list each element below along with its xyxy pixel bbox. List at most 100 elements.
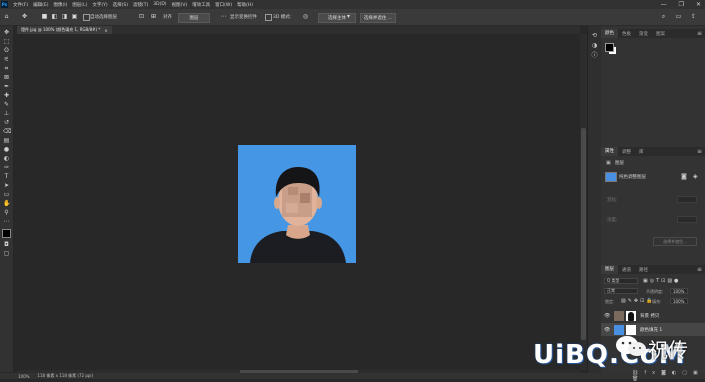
close-window-icon[interactable]: ✕ <box>696 1 701 8</box>
menu-edit[interactable]: 编辑(E) <box>33 2 48 8</box>
history-brush-tool-icon[interactable]: ↺ <box>3 119 10 126</box>
menu-layer[interactable]: 图层(L) <box>72 2 87 8</box>
hand-tool-icon[interactable]: ✋ <box>3 200 10 207</box>
subtract-selection-icon[interactable]: ◨ <box>61 13 68 20</box>
eraser-tool-icon[interactable]: ⌫ <box>3 128 11 135</box>
layer-name[interactable]: 背景 拷贝 <box>640 313 659 319</box>
mask-icon[interactable]: ◙ <box>681 173 687 180</box>
panel-menu-icon[interactable]: ≡ <box>697 30 702 37</box>
menu-plugins[interactable]: 增效工具 <box>192 2 210 8</box>
tab-paths[interactable]: 路径 <box>635 267 652 273</box>
document-canvas[interactable] <box>238 145 356 263</box>
crop-tool-icon[interactable]: ⌗ <box>3 65 10 72</box>
zoom-tool-icon[interactable]: ⚲ <box>3 209 10 216</box>
visibility-eye-icon[interactable]: 👁 <box>604 327 610 333</box>
menu-help[interactable]: 帮助(H) <box>237 2 253 8</box>
properties-layer-name: 纯色调整图层 <box>619 175 646 180</box>
intersect-selection-icon[interactable]: ▣ <box>71 13 78 20</box>
marquee-tool-icon[interactable]: ⬚ <box>3 38 10 45</box>
opacity-field[interactable]: 100% <box>670 288 688 294</box>
lock-icons[interactable]: ▨✎✥⊡🔒 <box>621 298 655 304</box>
restore-icon[interactable]: ❐ <box>679 1 684 8</box>
document-tab[interactable]: 證件.jpg @ 100% (颜色填充 1, RGB/8#) * × <box>17 26 112 34</box>
rectangle-tool-icon[interactable]: ▭ <box>3 191 10 198</box>
menu-window[interactable]: 窗口(W) <box>215 2 232 8</box>
screen-mode-icon[interactable]: ▢ <box>3 250 10 257</box>
fill-color-swatch[interactable] <box>605 172 617 182</box>
info-panel-icon[interactable]: ⓘ <box>591 52 598 59</box>
3d-mode-icon[interactable]: ◎ <box>302 13 309 20</box>
menu-image[interactable]: 图像(I) <box>53 2 67 8</box>
menu-3d[interactable]: 3D(D) <box>153 2 166 7</box>
layer-filter-dropdown[interactable]: Q 类型 <box>604 278 638 284</box>
panel-foreground-swatch[interactable] <box>605 43 614 52</box>
history-panel-icon[interactable]: ⟲ <box>591 32 598 39</box>
minimize-icon[interactable]: — <box>661 1 667 8</box>
feather-field[interactable] <box>677 196 697 203</box>
auto-select-checkbox[interactable] <box>83 14 90 21</box>
dodge-tool-icon[interactable]: ◐ <box>3 155 10 162</box>
gradient-tool-icon[interactable]: ▤ <box>3 137 10 144</box>
close-tab-icon[interactable]: × <box>104 28 107 33</box>
fill-field[interactable]: 100% <box>670 298 688 304</box>
eyedropper-tool-icon[interactable]: ✒ <box>3 83 10 90</box>
add-selection-icon[interactable]: ◧ <box>51 13 58 20</box>
select-and-mask-button[interactable]: 选择并遮住 ... <box>360 13 396 23</box>
layer-dropdown[interactable]: 图层 <box>178 13 210 23</box>
path-select-tool-icon[interactable]: ➤ <box>3 182 10 189</box>
tab-adjustments[interactable]: 调整 <box>618 149 635 155</box>
frame-tool-icon[interactable]: ⊠ <box>3 74 10 81</box>
vertical-scroll-thumb[interactable] <box>581 128 586 340</box>
panel-menu-icon[interactable]: ≡ <box>697 266 702 273</box>
lasso-tool-icon[interactable]: ʘ <box>3 47 10 54</box>
layer-mask-thumbnail[interactable] <box>626 310 636 321</box>
blend-mode-dropdown[interactable]: 正常 <box>604 288 638 294</box>
healing-tool-icon[interactable]: ✚ <box>3 92 10 99</box>
search-icon[interactable]: ⌕ <box>660 13 667 20</box>
move-tool-icon[interactable]: ✥ <box>3 29 10 36</box>
foreground-color-swatch[interactable] <box>2 229 11 238</box>
type-tool-icon[interactable]: T <box>3 173 10 180</box>
menu-filter[interactable]: 滤镜(T) <box>133 2 148 8</box>
more-tools-icon[interactable]: ⋯ <box>3 218 10 225</box>
panel-menu-icon[interactable]: ≡ <box>697 148 702 155</box>
density-field[interactable] <box>677 216 697 223</box>
show-transform-checkbox[interactable] <box>265 14 272 21</box>
select-and-mask-panel-button[interactable]: 选择并遮住... <box>653 237 697 246</box>
workspace-icon[interactable]: ▭ <box>675 13 682 20</box>
show-transform-icon[interactable]: ⊡ <box>138 13 145 20</box>
stamp-tool-icon[interactable]: ⊥ <box>3 110 10 117</box>
brush-tool-icon[interactable]: ✎ <box>3 101 10 108</box>
tab-swatches[interactable]: 色板 <box>618 31 635 37</box>
menu-select[interactable]: 选择(S) <box>113 2 128 8</box>
layer-actions-icons[interactable]: ⛓fx◙◐▢▣🗑 <box>632 370 705 382</box>
chevron-down-icon[interactable]: ▾ <box>345 13 352 20</box>
tab-properties[interactable]: 属性 <box>601 147 618 156</box>
distribute-icon[interactable]: ⋯ <box>220 13 227 20</box>
tab-layers[interactable]: 图层 <box>601 265 618 274</box>
tab-gradients[interactable]: 渐变 <box>635 31 652 37</box>
visibility-eye-icon[interactable]: 👁 <box>604 313 610 319</box>
tab-libraries[interactable]: 库 <box>635 149 648 155</box>
menu-file[interactable]: 文件(F) <box>13 2 28 8</box>
layer-row[interactable]: 👁 背景 拷贝 <box>601 309 705 322</box>
blur-tool-icon[interactable]: ● <box>3 146 10 153</box>
menu-view[interactable]: 视图(V) <box>172 2 188 8</box>
home-icon[interactable]: ⌂ <box>3 13 10 20</box>
tab-color[interactable]: 颜色 <box>601 29 618 38</box>
move-tool-preset-icon[interactable]: ✥ <box>21 13 28 20</box>
quick-select-tool-icon[interactable]: ⚟ <box>3 56 10 63</box>
zoom-level[interactable]: 100% <box>18 374 29 379</box>
tab-patterns[interactable]: 图案 <box>652 31 669 37</box>
layer-name[interactable]: 颜色填充 1 <box>640 327 662 333</box>
share-icon[interactable]: ⇪ <box>690 13 697 20</box>
vector-mask-icon[interactable]: ◈ <box>693 173 698 180</box>
transform-icon[interactable]: ⊞ <box>150 13 157 20</box>
quick-mask-icon[interactable]: ◘ <box>3 241 10 248</box>
pen-tool-icon[interactable]: ✑ <box>3 164 10 171</box>
new-selection-icon[interactable]: ■ <box>41 13 48 20</box>
adjust-panel-icon[interactable]: ◑ <box>591 42 598 49</box>
menu-type[interactable]: 文字(Y) <box>92 2 107 8</box>
filter-icons[interactable]: ▣◎T⊡▨● <box>643 278 680 284</box>
tab-channels[interactable]: 通道 <box>618 267 635 273</box>
